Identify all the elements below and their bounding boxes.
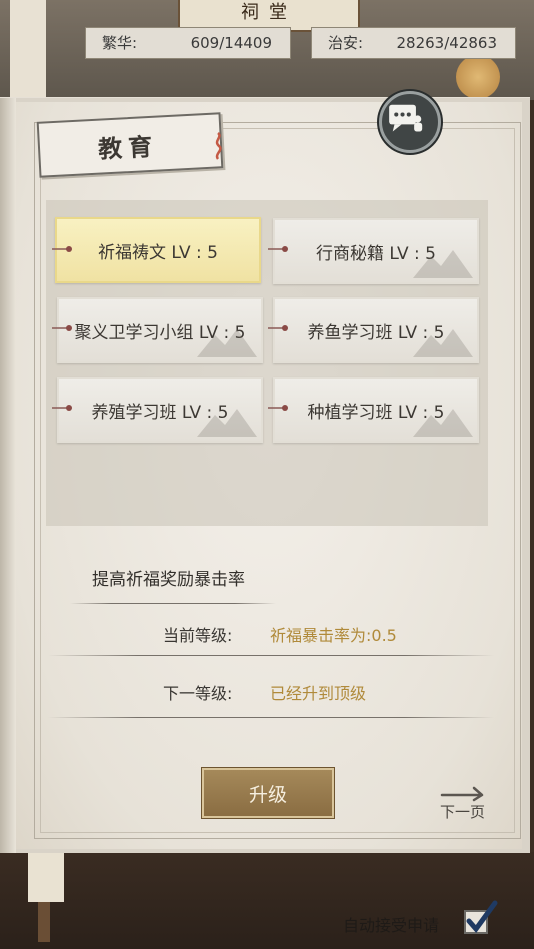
mountain-icon: [413, 329, 473, 357]
divider: [48, 717, 494, 718]
prosperity-value: 609/14409: [190, 34, 272, 52]
pin-icon: [52, 325, 72, 331]
security-value: 28263/42863: [396, 34, 498, 52]
skill-item-planting[interactable]: 种植学习班 LV : 5: [273, 377, 479, 443]
panel-title: 教育: [97, 131, 159, 164]
next-page-button[interactable]: 下一页: [436, 780, 492, 824]
security-label: 治安:: [328, 34, 364, 52]
upgrade-button-label: 升级: [248, 783, 287, 806]
next-level-label: 下一等级:: [163, 684, 233, 703]
pin-icon: [268, 405, 288, 411]
auto-accept-checkbox[interactable]: [463, 899, 499, 935]
skill-item-breeding[interactable]: 养殖学习班 LV : 5: [57, 377, 263, 443]
mountain-icon: [413, 250, 473, 278]
pin-icon: [268, 246, 288, 252]
current-level-value: 祈福暴击率为:0.5: [270, 626, 397, 645]
background-bottom: [0, 852, 534, 949]
arrow-right-icon: [440, 786, 484, 802]
chat-button[interactable]: [379, 91, 441, 153]
mountain-icon: [197, 409, 257, 437]
pin-icon: [52, 405, 72, 411]
divider: [70, 603, 276, 604]
upgrade-button[interactable]: 升级: [202, 768, 334, 818]
next-level-value: 已经升到顶级: [270, 684, 367, 703]
panel-title-tag: 教育: [36, 112, 224, 178]
auto-accept-label: 自动接受申请: [343, 916, 440, 935]
book-spine: [0, 98, 16, 853]
skill-item-guard-study[interactable]: 聚义卫学习小组 LV : 5: [57, 297, 263, 363]
skill-item-prayer[interactable]: 祈福祷文 LV : 5: [55, 217, 261, 283]
skill-item-fish-farming[interactable]: 养鱼学习班 LV : 5: [273, 297, 479, 363]
pillar-decoration: [10, 0, 46, 100]
skill-label: 祈福祷文 LV : 5: [98, 242, 218, 263]
prosperity-stat: 繁华: 609/14409: [85, 27, 291, 59]
next-page-label: 下一页: [440, 803, 486, 821]
current-level-label: 当前等级:: [163, 626, 233, 645]
post-stand-decoration: [38, 902, 50, 942]
chat-bubble-icon: [389, 104, 423, 132]
pin-icon: [52, 246, 72, 252]
security-stat: 治安: 28263/42863: [311, 27, 516, 59]
skill-description: 提高祈福奖励暴击率: [92, 570, 245, 590]
mountain-icon: [413, 409, 473, 437]
lantern-decoration: [456, 55, 500, 99]
mountain-icon: [197, 329, 257, 357]
red-knot-icon: [215, 132, 222, 160]
skill-item-merchant[interactable]: 行商秘籍 LV : 5: [273, 218, 479, 284]
prosperity-label: 繁华:: [102, 34, 138, 52]
post-decoration: [28, 852, 64, 902]
pin-icon: [268, 325, 288, 331]
divider: [48, 655, 494, 656]
